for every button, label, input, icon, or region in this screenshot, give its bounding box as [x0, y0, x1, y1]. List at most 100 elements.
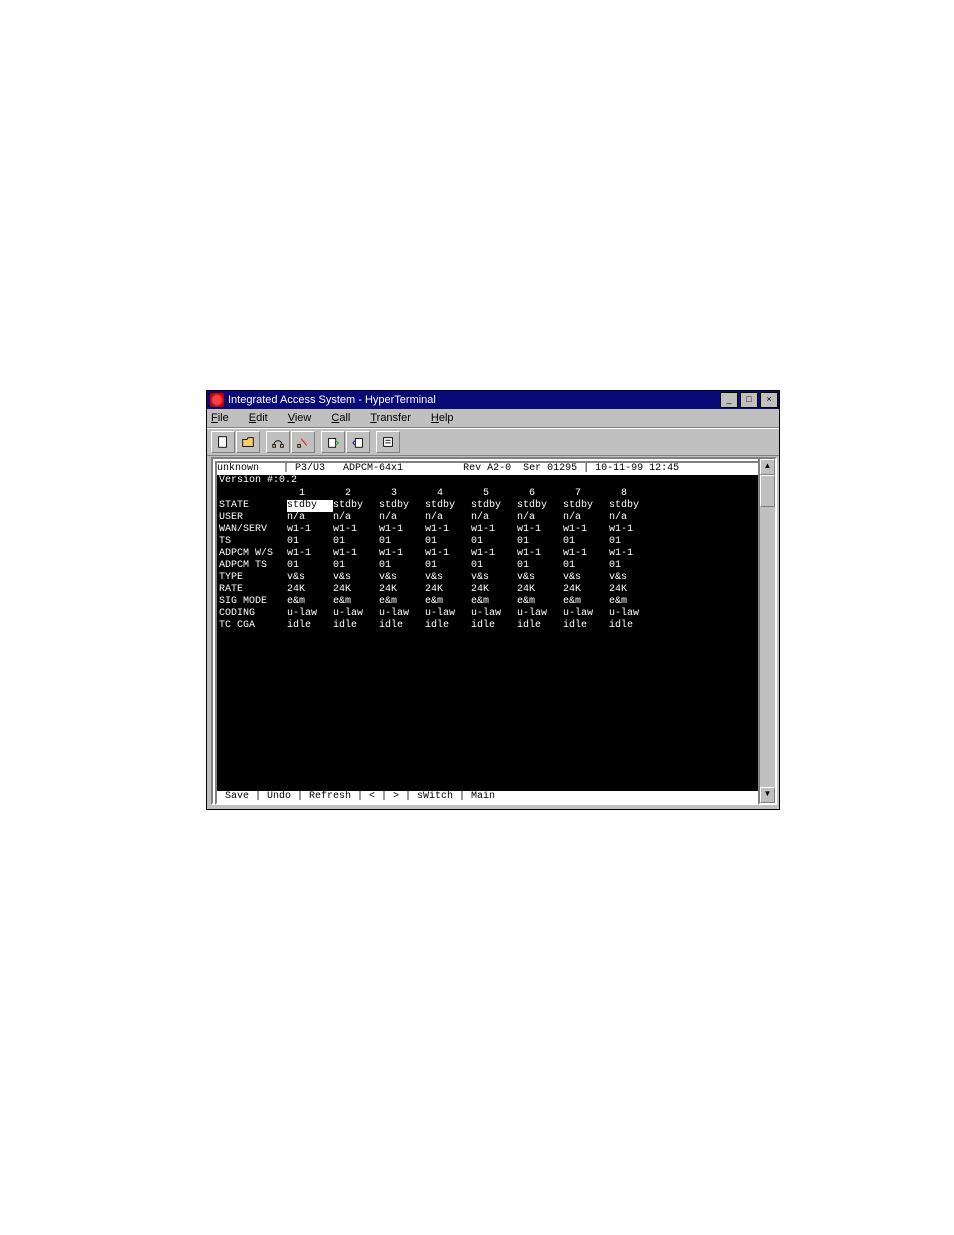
cell[interactable]: n/a [379, 512, 425, 524]
cell[interactable]: 01 [425, 536, 471, 548]
tb-properties-icon[interactable] [376, 431, 400, 453]
cell[interactable]: v&s [517, 572, 563, 584]
cell[interactable]: n/a [563, 512, 609, 524]
tb-send-icon[interactable] [321, 431, 345, 453]
cell[interactable]: u-law [425, 608, 471, 620]
cell[interactable]: w1-1 [425, 548, 471, 560]
cell[interactable]: n/a [517, 512, 563, 524]
cell[interactable]: w1-1 [425, 524, 471, 536]
cell[interactable]: 01 [379, 560, 425, 572]
cell[interactable]: 01 [517, 536, 563, 548]
cell[interactable]: u-law [333, 608, 379, 620]
cell[interactable]: 01 [287, 536, 333, 548]
cell[interactable]: 01 [609, 536, 655, 548]
cell[interactable]: stdby [287, 500, 333, 512]
terminal-footer[interactable]: Save | Undo | Refresh | < | > | sWitch |… [217, 791, 759, 803]
cell[interactable]: 01 [563, 536, 609, 548]
menu-edit[interactable]: Edit [249, 412, 278, 424]
cell[interactable]: stdby [333, 500, 379, 512]
cell[interactable]: idle [471, 620, 517, 632]
cell[interactable]: 01 [471, 536, 517, 548]
cell[interactable]: u-law [471, 608, 517, 620]
cell[interactable]: v&s [425, 572, 471, 584]
cell[interactable]: e&m [425, 596, 471, 608]
scrollbar[interactable]: ▲ ▼ [758, 457, 777, 805]
scroll-up-icon[interactable]: ▲ [760, 459, 775, 475]
menu-file[interactable]: File [211, 412, 239, 424]
cell[interactable]: w1-1 [563, 548, 609, 560]
cell[interactable]: 01 [333, 560, 379, 572]
tb-disconnect-icon[interactable] [291, 431, 315, 453]
cell[interactable]: idle [379, 620, 425, 632]
cell[interactable]: 01 [333, 536, 379, 548]
cell[interactable]: 24K [333, 584, 379, 596]
cell[interactable]: n/a [609, 512, 655, 524]
cell[interactable]: w1-1 [287, 548, 333, 560]
cell[interactable]: idle [425, 620, 471, 632]
cell[interactable]: 01 [471, 560, 517, 572]
cell[interactable]: v&s [379, 572, 425, 584]
cell[interactable]: n/a [425, 512, 471, 524]
title-bar[interactable]: Integrated Access System - HyperTerminal… [207, 391, 779, 409]
menu-help[interactable]: Help [431, 412, 464, 424]
cell[interactable]: v&s [563, 572, 609, 584]
scroll-down-icon[interactable]: ▼ [760, 787, 775, 803]
cell[interactable]: w1-1 [333, 524, 379, 536]
cell[interactable]: stdby [563, 500, 609, 512]
tb-receive-icon[interactable] [346, 431, 370, 453]
cell[interactable]: n/a [287, 512, 333, 524]
cell[interactable]: e&m [471, 596, 517, 608]
cell[interactable]: 24K [517, 584, 563, 596]
cell[interactable]: w1-1 [517, 548, 563, 560]
tb-connect-icon[interactable] [266, 431, 290, 453]
cell[interactable]: 24K [471, 584, 517, 596]
cell[interactable]: idle [563, 620, 609, 632]
cell[interactable]: e&m [609, 596, 655, 608]
cell[interactable]: u-law [287, 608, 333, 620]
cell[interactable]: w1-1 [609, 548, 655, 560]
cell[interactable]: w1-1 [517, 524, 563, 536]
tb-new-icon[interactable] [211, 431, 235, 453]
cell[interactable]: 01 [425, 560, 471, 572]
cell[interactable]: idle [517, 620, 563, 632]
cell[interactable]: v&s [333, 572, 379, 584]
cell[interactable]: e&m [287, 596, 333, 608]
cell[interactable]: w1-1 [333, 548, 379, 560]
cell[interactable]: 24K [379, 584, 425, 596]
cell[interactable]: v&s [287, 572, 333, 584]
cell[interactable]: idle [333, 620, 379, 632]
cell[interactable]: idle [287, 620, 333, 632]
cell[interactable]: stdby [425, 500, 471, 512]
cell[interactable]: w1-1 [471, 548, 517, 560]
cell[interactable]: u-law [609, 608, 655, 620]
cell[interactable]: u-law [379, 608, 425, 620]
cell[interactable]: 24K [609, 584, 655, 596]
menu-view[interactable]: View [288, 412, 322, 424]
terminal[interactable]: unknown | P3/U3 ADPCM-64x1 Rev A2-0 Ser … [215, 461, 761, 805]
cell[interactable]: v&s [609, 572, 655, 584]
cell[interactable]: 01 [379, 536, 425, 548]
cell[interactable]: w1-1 [379, 548, 425, 560]
cell[interactable]: 24K [563, 584, 609, 596]
maximize-button[interactable]: □ [740, 392, 758, 408]
cell[interactable]: e&m [379, 596, 425, 608]
cell[interactable]: 01 [517, 560, 563, 572]
cell[interactable]: u-law [563, 608, 609, 620]
cell[interactable]: idle [609, 620, 655, 632]
cell[interactable]: e&m [517, 596, 563, 608]
cell[interactable]: 24K [287, 584, 333, 596]
cell[interactable]: stdby [379, 500, 425, 512]
menu-transfer[interactable]: Transfer [370, 412, 421, 424]
cell[interactable]: e&m [563, 596, 609, 608]
scroll-thumb[interactable] [760, 475, 775, 507]
cell[interactable]: n/a [471, 512, 517, 524]
cell[interactable]: n/a [333, 512, 379, 524]
cell[interactable]: 01 [609, 560, 655, 572]
cell[interactable]: w1-1 [287, 524, 333, 536]
minimize-button[interactable]: _ [720, 392, 738, 408]
cell[interactable]: w1-1 [609, 524, 655, 536]
cell[interactable]: stdby [517, 500, 563, 512]
cell[interactable]: stdby [609, 500, 655, 512]
cell[interactable]: v&s [471, 572, 517, 584]
cell[interactable]: stdby [471, 500, 517, 512]
